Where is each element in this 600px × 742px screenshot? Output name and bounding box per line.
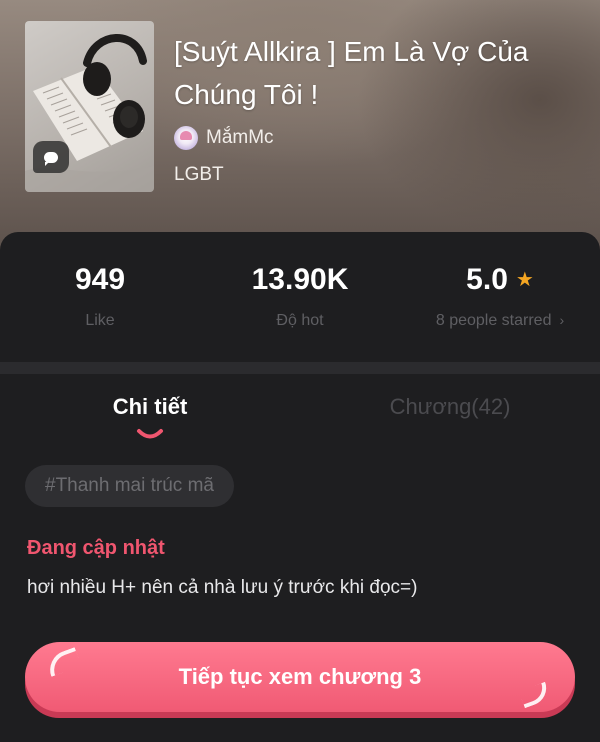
star-icon: ★ xyxy=(515,269,534,291)
likes-label: Like xyxy=(85,312,115,329)
tab-detail[interactable]: Chi tiết xyxy=(30,394,270,420)
story-detail-panel: 949 Like 13.90K Độ hot 5.0 ★ 8 people sta… xyxy=(0,232,600,742)
tab-chapters[interactable]: Chương(42) xyxy=(330,394,570,420)
rating-value-row: 5.0 ★ xyxy=(466,260,534,300)
hot-count: 13.90K xyxy=(251,263,349,296)
chat-bubble-icon xyxy=(33,141,69,173)
hot-label: Độ hot xyxy=(276,312,324,329)
chevron-right-icon: › xyxy=(559,312,565,328)
author[interactable]: MắmMc xyxy=(174,124,274,152)
tag-chip[interactable]: #Thanh mai trúc mã xyxy=(25,465,234,507)
stat-rating[interactable]: 5.0 ★ 8 people starred › xyxy=(400,260,600,330)
stats-row: 949 Like 13.90K Độ hot 5.0 ★ 8 people sta… xyxy=(0,232,600,362)
rating-value: 5.0 xyxy=(466,263,508,296)
story-category[interactable]: LGBT xyxy=(174,164,224,186)
likes-count: 949 xyxy=(74,263,126,296)
continue-reading-button[interactable]: Tiếp tục xem chương 3 xyxy=(25,642,575,712)
stat-hot: 13.90K Độ hot xyxy=(200,260,400,330)
story-title: [Suýt Allkira ] Em Là Vợ Của Chúng Tôi ! xyxy=(174,36,529,110)
tab-active-indicator xyxy=(137,429,163,439)
story-description: hơi nhiều H+ nên cả nhà lưu ý trước khi … xyxy=(27,577,418,598)
story-status: Đang cập nhật xyxy=(27,537,165,559)
author-avatar[interactable] xyxy=(174,126,198,150)
stat-likes: 949 Like xyxy=(0,260,200,330)
story-cover[interactable] xyxy=(25,21,154,192)
story-header: [Suýt Allkira ] Em Là Vợ Của Chúng Tôi !… xyxy=(0,0,600,250)
rating-count-label: 8 people starred xyxy=(435,312,552,329)
continue-reading: Tiếp tục xem chương 3 xyxy=(25,642,575,722)
rating-label-row[interactable]: 8 people starred › xyxy=(400,312,600,330)
section-divider xyxy=(0,362,600,374)
author-name[interactable]: MắmMc xyxy=(206,127,274,149)
